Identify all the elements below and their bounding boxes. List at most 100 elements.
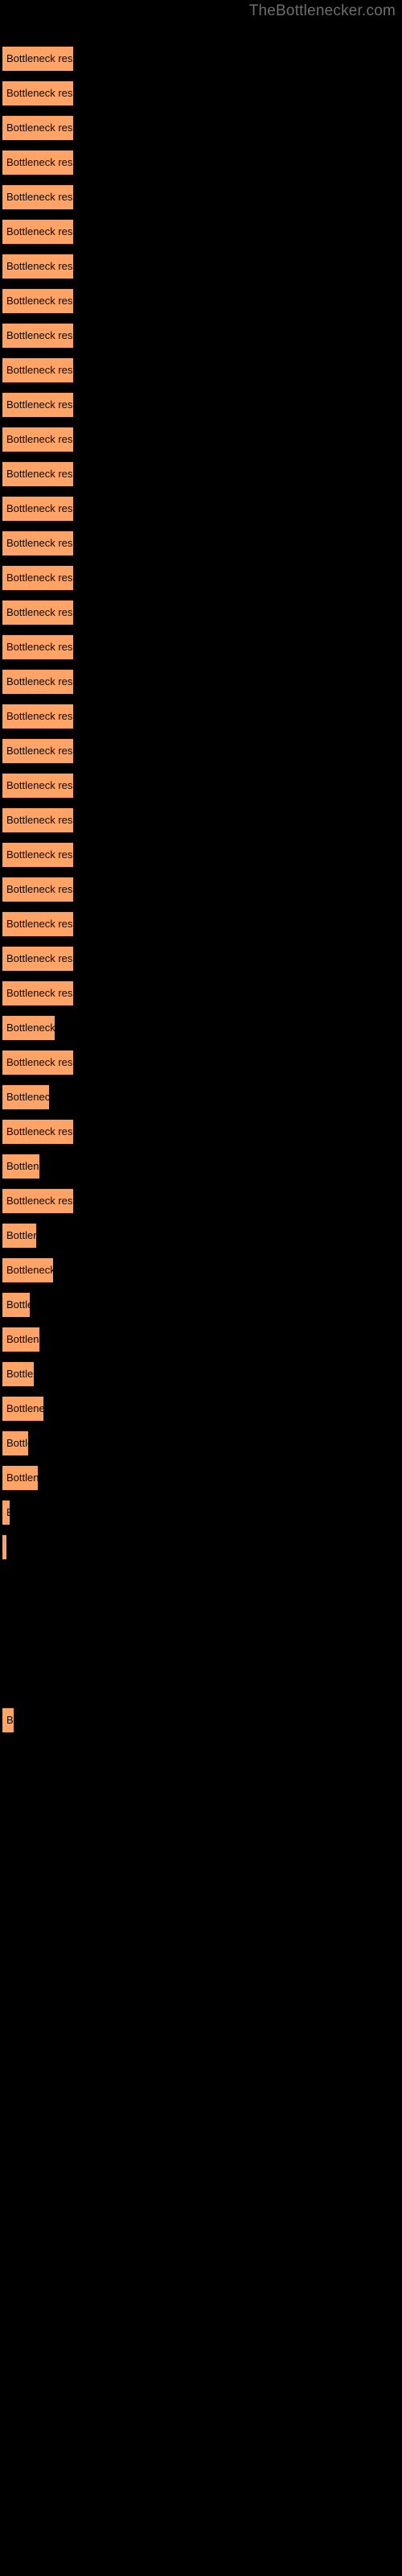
bar-row: Bottleneck result (0, 1465, 402, 1491)
bar-row: Bottleneck result (0, 1361, 402, 1387)
bar-row: Bottleneck result (0, 357, 402, 383)
bar-label: Bottleneck result (6, 1472, 38, 1484)
bottleneck-result-bar[interactable]: Bottleneck result (2, 634, 73, 660)
bottleneck-result-bar[interactable]: Bottleneck result (2, 254, 73, 279)
bottleneck-result-bar[interactable]: Bottleneck result (2, 1430, 28, 1456)
bar-row: Bottleneck result (0, 46, 402, 72)
bar-label: Bottleneck result (6, 710, 73, 722)
bottleneck-result-bar[interactable]: Bottleneck result (2, 704, 73, 729)
bottleneck-result-bar[interactable]: Bottleneck result (2, 946, 73, 972)
bar-row: Bottleneck result (0, 634, 402, 660)
bottleneck-result-bar[interactable]: Bottleneck result (2, 357, 73, 383)
bar-label: Bottleneck result (6, 295, 73, 307)
bar-label: Bottleneck result (6, 260, 73, 272)
bottleneck-result-bar[interactable]: Bottleneck result (2, 1084, 49, 1110)
bar-label: Bottleneck result (6, 606, 73, 618)
bar-label: Bottleneck result (6, 1056, 73, 1068)
bottleneck-result-bar[interactable]: Bottleneck result (2, 1050, 73, 1075)
bottleneck-result-bar[interactable]: Bottleneck result (2, 1257, 53, 1283)
bottleneck-result-bar[interactable]: Bottleneck result (2, 80, 73, 106)
bottleneck-result-bar[interactable]: Bottleneck result (2, 530, 73, 556)
bottleneck-result-bar[interactable]: Bottleneck result (2, 738, 73, 764)
bar-row: Bottleneck result (0, 842, 402, 868)
bottleneck-result-bar[interactable]: Bottleneck result (2, 600, 73, 625)
bar-row: Bottleneck result (0, 980, 402, 1006)
bar-label: Bottleneck result (6, 952, 73, 964)
bar-label: Bottleneck result (6, 1298, 30, 1311)
bar-label: Bottleneck result (6, 779, 73, 791)
bar-row: Bottleneck result (0, 496, 402, 522)
bar-label: Bottleneck result (6, 537, 73, 549)
bottleneck-result-bar[interactable]: Bottleneck result (2, 461, 73, 487)
bottleneck-result-bar[interactable]: Bottleneck result (2, 184, 73, 210)
bar-row: Bottleneck result (0, 911, 402, 937)
bottleneck-result-bar[interactable]: Bottleneck result (2, 219, 73, 245)
bar-label: Bottleneck result (6, 745, 73, 757)
bottleneck-result-bar[interactable]: Bottleneck result (2, 773, 73, 799)
bar-row: Bottleneck result (0, 773, 402, 799)
bar-label: Bottleneck result (6, 1195, 73, 1207)
bar-row: Bottleneck result (0, 807, 402, 833)
bottleneck-result-bar[interactable]: Bottleneck result (2, 392, 73, 418)
bar-label: Bottleneck result (6, 87, 73, 99)
bar-row: Bottleneck result (0, 392, 402, 418)
bottleneck-result-bar[interactable]: Bottleneck result (2, 1465, 38, 1491)
bottleneck-result-bar[interactable]: Bottleneck result (2, 669, 73, 695)
bottleneck-result-bar[interactable]: Bottleneck result (2, 980, 73, 1006)
bottleneck-result-bar[interactable]: Bottleneck result (2, 1707, 14, 1733)
bottleneck-result-bar[interactable]: Bottleneck result (2, 1361, 34, 1387)
bar-row: Bottleneck result (0, 288, 402, 314)
bar-label: Bottleneck result (6, 1125, 73, 1137)
bottleneck-result-bar[interactable]: Bottleneck result (2, 1015, 55, 1041)
bar-row: Bottleneck result (0, 219, 402, 245)
bottleneck-result-bar[interactable]: Bottleneck result (2, 46, 73, 72)
bar-label: Bottleneck result (6, 883, 73, 895)
bar-label: Bottleneck result (6, 122, 73, 134)
bar-label: Bottleneck result (6, 468, 73, 480)
bottleneck-result-bar[interactable]: Bottleneck result (2, 496, 73, 522)
bar-row: Bottleneck result (0, 1084, 402, 1110)
bar-row: Bottleneck result (0, 1154, 402, 1179)
bar-row: Bottleneck result (0, 704, 402, 729)
bar-label: Bottleneck result (6, 364, 73, 376)
bottleneck-result-bar[interactable]: Bottleneck result (2, 1396, 43, 1422)
bottleneck-result-bar[interactable]: Bottleneck result (2, 877, 73, 902)
bottleneck-result-bar[interactable]: Bottleneck result (2, 1534, 6, 1560)
bottleneck-result-bar[interactable]: Bottleneck result (2, 565, 73, 591)
bottleneck-bar-chart: Bottleneck result Bottleneck result Bottle… (0, 0, 402, 2576)
bar-row: Bottleneck result (0, 323, 402, 349)
bar-row: Bottleneck result (0, 1707, 402, 1733)
bottleneck-result-bar[interactable]: Bottleneck result (2, 1154, 39, 1179)
bottleneck-result-bar[interactable]: Bottleneck result (2, 427, 73, 452)
bar-row: Bottleneck result (0, 1257, 402, 1283)
bottleneck-result-bar[interactable]: Bottleneck result (2, 1500, 10, 1525)
bottleneck-result-bar[interactable]: Bottleneck result (2, 288, 73, 314)
bottleneck-result-bar[interactable]: Bottleneck result (2, 323, 73, 349)
bar-label: Bottleneck result (6, 225, 73, 237)
bottleneck-result-bar[interactable]: Bottleneck result (2, 1119, 73, 1145)
bar-row: Bottleneck result (0, 1534, 402, 1560)
bottleneck-result-bar[interactable]: Bottleneck result (2, 1223, 36, 1249)
bar-label: Bottleneck result (6, 1160, 39, 1172)
bar-label: Bottleneck result (6, 675, 73, 687)
bar-label: Bottleneck result (6, 572, 73, 584)
bar-label: Bottleneck result (6, 1091, 49, 1103)
bar-label: Bottleneck result (6, 814, 73, 826)
bottleneck-result-bar[interactable]: Bottleneck result (2, 1292, 30, 1318)
bottleneck-result-bar[interactable]: Bottleneck result (2, 115, 73, 141)
bottleneck-result-bar[interactable]: Bottleneck result (2, 1188, 73, 1214)
bar-row: Bottleneck result (0, 1430, 402, 1456)
bottleneck-result-bar[interactable]: Bottleneck result (2, 807, 73, 833)
bottleneck-result-bar[interactable]: Bottleneck result (2, 911, 73, 937)
bottleneck-result-bar[interactable]: Bottleneck result (2, 842, 73, 868)
bar-row: Bottleneck result (0, 530, 402, 556)
bar-row: Bottleneck result (0, 150, 402, 175)
bar-label: Bottleneck result (6, 398, 73, 411)
page-root: TheBottlenecker.com Bottleneck resultBot… (0, 0, 402, 2576)
bar-row: Bottleneck result (0, 80, 402, 106)
bar-row: Bottleneck result (0, 1396, 402, 1422)
bar-row: Bottleneck result (0, 1327, 402, 1352)
bar-label: Bottleneck result (6, 502, 73, 514)
bottleneck-result-bar[interactable]: Bottleneck result (2, 1327, 39, 1352)
bottleneck-result-bar[interactable]: Bottleneck result (2, 150, 73, 175)
